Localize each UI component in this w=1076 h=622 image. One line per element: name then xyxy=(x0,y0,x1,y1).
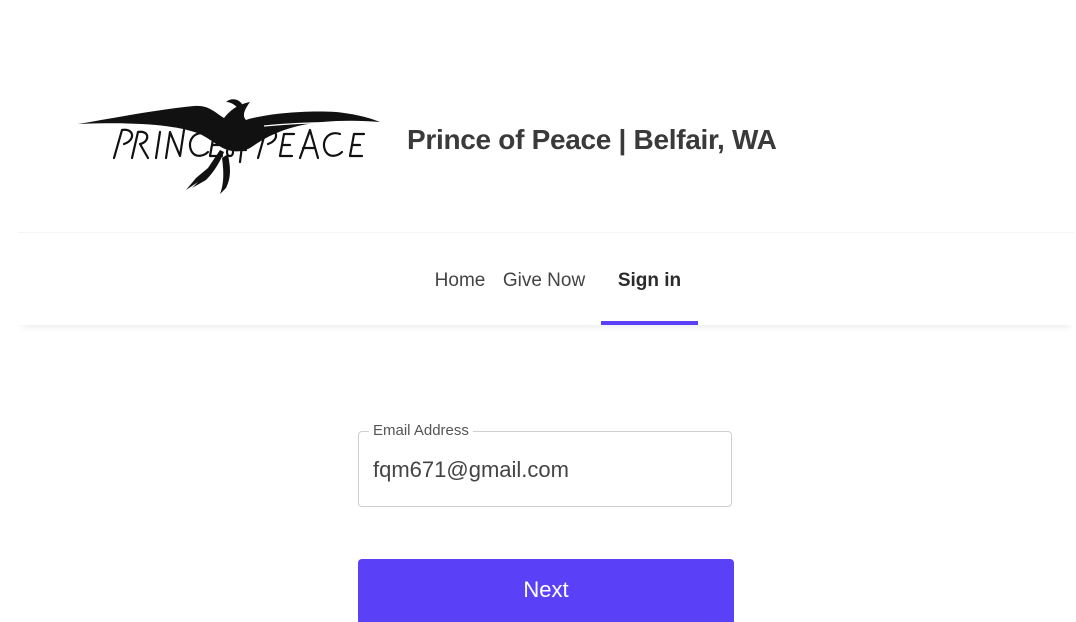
email-input[interactable] xyxy=(373,450,713,490)
next-button[interactable]: Next xyxy=(358,559,734,622)
tab-sign-in[interactable]: Sign in xyxy=(601,233,698,325)
site-title: Prince of Peace | Belfair, WA xyxy=(407,124,777,155)
site-header: Prince of Peace | Belfair, WA xyxy=(0,0,1076,232)
email-field-label: Email Address xyxy=(369,421,473,441)
tab-give-now-label: Give Now xyxy=(502,270,586,291)
tab-give-now[interactable]: Give Now xyxy=(496,233,592,325)
tab-home-label: Home xyxy=(434,270,486,291)
email-field[interactable]: Email Address xyxy=(358,421,732,507)
main-nav: Home Give Now Sign in xyxy=(18,232,1074,325)
tab-sign-in-label: Sign in xyxy=(617,270,682,291)
sign-in-page: Prince of Peace | Belfair, WA Home Give … xyxy=(0,0,1076,622)
tab-home[interactable]: Home xyxy=(410,233,510,325)
dove-logo-icon[interactable] xyxy=(74,96,386,196)
active-tab-indicator xyxy=(601,321,698,325)
